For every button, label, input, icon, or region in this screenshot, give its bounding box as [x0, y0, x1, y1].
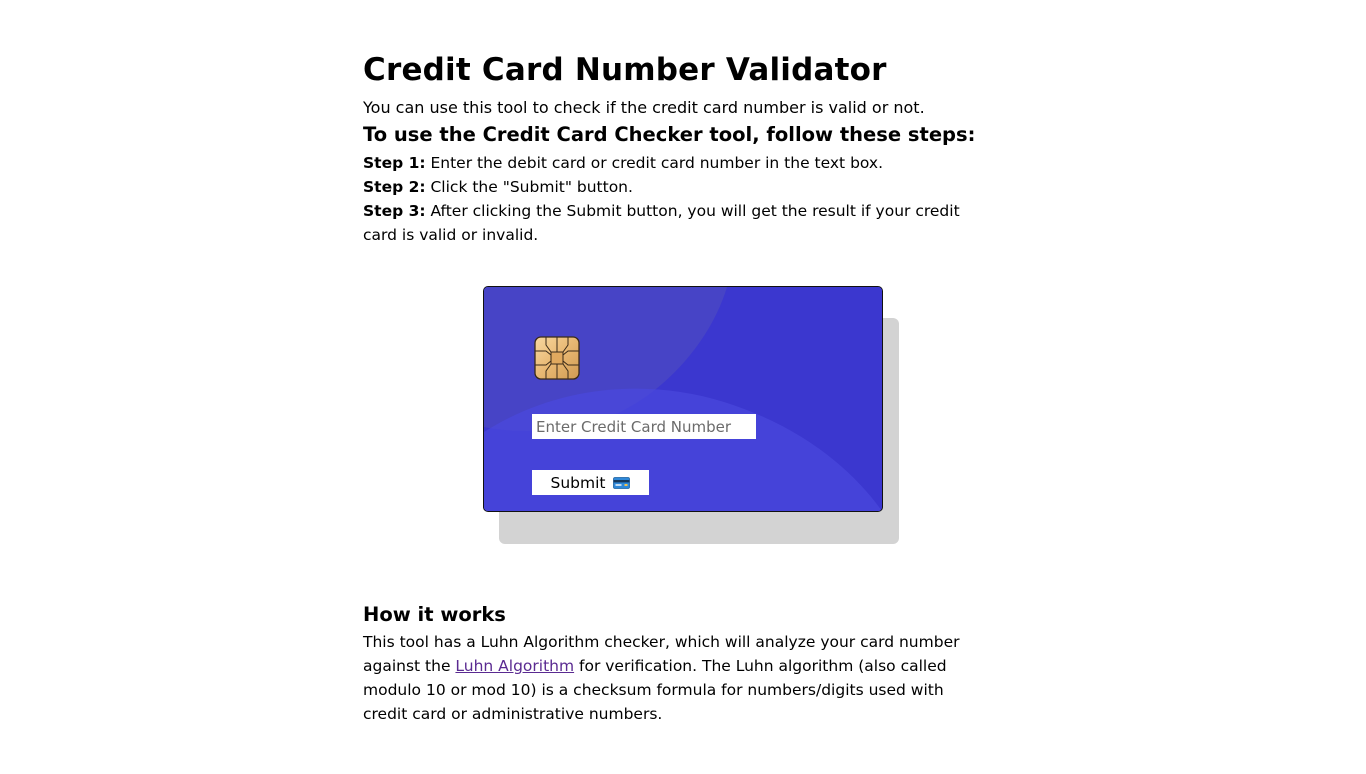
credit-card-form: Submit [483, 286, 883, 512]
step-text: After clicking the Submit button, you wi… [363, 202, 960, 244]
how-it-works-heading: How it works [363, 603, 506, 626]
submit-button[interactable]: Submit [532, 470, 649, 495]
step-item: Step 3: After clicking the Submit button… [363, 199, 978, 247]
step-label: Step 2: [363, 178, 426, 196]
intro-text: You can use this tool to check if the cr… [363, 98, 925, 117]
step-label: Step 3: [363, 202, 426, 220]
step-text: Click the "Submit" button. [425, 178, 633, 196]
luhn-algorithm-link[interactable]: Luhn Algorithm [455, 657, 574, 675]
card-chip-icon [534, 336, 580, 380]
steps-list: Step 1: Enter the debit card or credit c… [363, 151, 978, 247]
how-it-works-text: This tool has a Luhn Algorithm checker, … [363, 630, 988, 726]
step-item: Step 2: Click the "Submit" button. [363, 175, 978, 199]
step-text: Enter the debit card or credit card numb… [425, 154, 884, 172]
step-item: Step 1: Enter the debit card or credit c… [363, 151, 978, 175]
credit-card-number-input[interactable] [532, 414, 756, 439]
credit-card-icon [613, 476, 631, 489]
page-title: Credit Card Number Validator [363, 52, 887, 88]
step-label: Step 1: [363, 154, 426, 172]
steps-heading: To use the Credit Card Checker tool, fol… [363, 123, 976, 146]
submit-button-label: Submit [550, 473, 606, 492]
